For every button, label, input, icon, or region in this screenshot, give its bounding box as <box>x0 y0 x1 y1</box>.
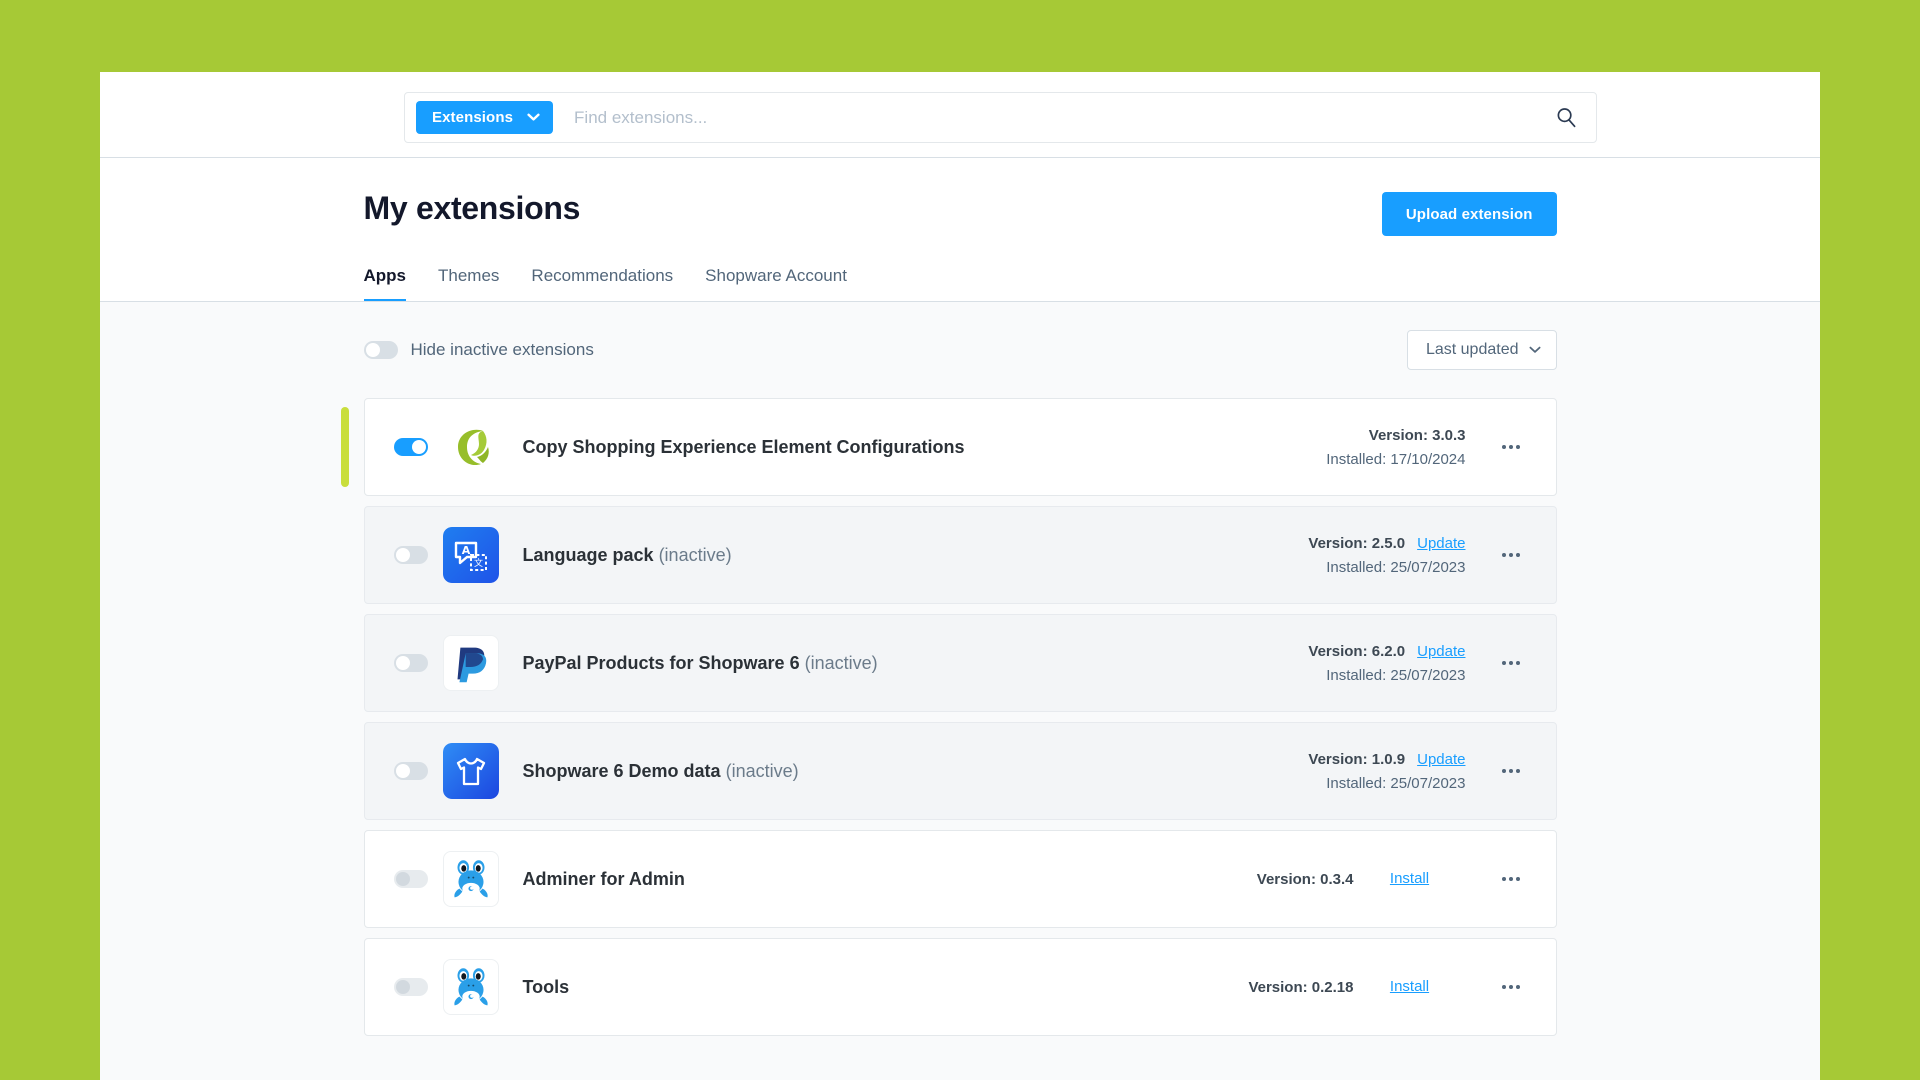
ellipsis-icon[interactable] <box>1492 428 1530 466</box>
extension-active-toggle <box>393 978 428 997</box>
extension-version: Version: 1.0.9 <box>1308 750 1406 768</box>
extension-installed-date: Installed: 25/07/2023 <box>1326 666 1466 684</box>
extension-installed-date: Installed: 25/07/2023 <box>1326 774 1466 792</box>
sort-dropdown[interactable]: Last updated <box>1406 330 1557 371</box>
search-scope-label: Extensions <box>432 109 514 126</box>
upload-extension-button[interactable]: Upload extension <box>1381 192 1557 236</box>
extension-name: PayPal Products for Shopware 6 (inactive… <box>522 652 878 673</box>
extension-meta: Version: 6.2.0 Update Installed: 25/07/2… <box>1256 642 1466 684</box>
update-link[interactable]: Update <box>1417 535 1465 552</box>
extension-installed-date: Installed: 25/07/2023 <box>1326 558 1466 576</box>
extension-name: Tools <box>522 976 570 997</box>
page-title: My extensions <box>363 190 581 226</box>
svg-text:文: 文 <box>473 557 482 569</box>
extension-name: Copy Shopping Experience Element Configu… <box>522 436 965 457</box>
ellipsis-icon[interactable] <box>1492 968 1530 1006</box>
install-cell: Install <box>1354 978 1466 996</box>
demo-data-tshirt-logo <box>442 743 499 800</box>
chevron-down-icon <box>1529 341 1541 359</box>
extension-meta: Version: 2.5.0 Update Installed: 25/07/2… <box>1256 534 1466 576</box>
extensions-content: Hide inactive extensions Last updated Co… <box>100 302 1820 1080</box>
tab-shopware-account[interactable]: Shopware Account <box>705 266 847 301</box>
frog-logo <box>442 851 499 908</box>
search-scope-dropdown[interactable]: Extensions <box>416 101 554 134</box>
extension-active-toggle[interactable] <box>393 438 428 457</box>
extension-meta: Version: 0.3.4 <box>1144 871 1354 888</box>
global-search-bar[interactable]: Extensions <box>404 92 1597 143</box>
update-link[interactable]: Update <box>1417 643 1465 660</box>
table-row[interactable]: Adminer for Admin Version: 0.3.4 Install <box>363 830 1557 929</box>
table-row[interactable]: PayPal Products for Shopware 6 (inactive… <box>363 614 1557 713</box>
search-header: Extensions <box>100 72 1820 158</box>
extension-version: Version: 0.2.18 <box>1248 978 1354 996</box>
sort-dropdown-label: Last updated <box>1425 341 1519 359</box>
extension-list: Copy Shopping Experience Element Configu… <box>340 398 1557 1037</box>
extension-meta: Version: 0.2.18 <box>1144 978 1354 996</box>
extension-installed-date: Installed: 17/10/2024 <box>1326 450 1466 468</box>
language-pack-logo: A 文 <box>442 527 499 584</box>
extension-active-toggle[interactable] <box>393 654 428 673</box>
hide-inactive-switch[interactable] <box>363 341 398 360</box>
extension-tabs: Apps Themes Recommendations Shopware Acc… <box>363 266 1557 302</box>
table-row[interactable]: Shopware 6 Demo data (inactive) Version:… <box>363 722 1557 821</box>
tab-apps[interactable]: Apps <box>363 266 406 302</box>
ellipsis-icon[interactable] <box>1492 644 1530 682</box>
tab-recommendations[interactable]: Recommendations <box>531 266 673 301</box>
install-cell: Install <box>1354 870 1466 888</box>
table-row[interactable]: A 文 Language pack (inactive) Version: 2.… <box>363 506 1557 605</box>
tab-themes[interactable]: Themes <box>438 266 499 301</box>
chevron-down-icon <box>527 113 540 122</box>
page-header: My extensions Upload extension Apps Them… <box>100 158 1820 303</box>
extension-version: Version: 2.5.0 <box>1308 534 1406 552</box>
update-link[interactable]: Update <box>1417 751 1465 768</box>
extension-version: Version: 0.3.4 <box>1256 870 1354 888</box>
extension-name: Language pack (inactive) <box>522 544 732 565</box>
search-icon[interactable] <box>1549 101 1583 135</box>
install-link[interactable]: Install <box>1390 978 1429 995</box>
extension-state-suffix: (inactive) <box>725 760 799 781</box>
table-row[interactable]: Tools Version: 0.2.18 Install <box>363 938 1557 1037</box>
frog-logo <box>442 959 499 1016</box>
table-row[interactable]: Copy Shopping Experience Element Configu… <box>340 398 1557 497</box>
extension-name: Adminer for Admin <box>522 868 685 889</box>
search-input[interactable] <box>553 107 1549 128</box>
hide-inactive-toggle[interactable]: Hide inactive extensions <box>363 340 594 360</box>
extensions-app-window: Extensions My extensions Upload extensio… <box>100 72 1820 1080</box>
svg-text:A: A <box>461 544 470 557</box>
extension-version: Version: 3.0.3 <box>1368 426 1466 444</box>
ellipsis-icon[interactable] <box>1492 860 1530 898</box>
ellipsis-icon[interactable] <box>1492 536 1530 574</box>
extension-active-toggle[interactable] <box>393 546 428 565</box>
extension-version: Version: 6.2.0 <box>1308 642 1406 660</box>
extension-name: Shopware 6 Demo data (inactive) <box>522 760 799 781</box>
ellipsis-icon[interactable] <box>1492 752 1530 790</box>
hide-inactive-label: Hide inactive extensions <box>410 340 594 360</box>
paypal-logo <box>442 635 499 692</box>
install-link[interactable]: Install <box>1390 870 1429 887</box>
extension-meta: Version: 3.0.3 Installed: 17/10/2024 <box>1256 426 1466 468</box>
extension-active-toggle <box>393 870 428 889</box>
extension-meta: Version: 1.0.9 Update Installed: 25/07/2… <box>1256 750 1466 792</box>
extension-active-toggle[interactable] <box>393 762 428 781</box>
extension-state-suffix: (inactive) <box>804 652 878 673</box>
filter-row: Hide inactive extensions Last updated <box>363 302 1557 398</box>
highlight-accent-bar <box>340 407 349 488</box>
extension-state-suffix: (inactive) <box>658 544 732 565</box>
copy-shopping-experience-logo <box>442 419 499 476</box>
